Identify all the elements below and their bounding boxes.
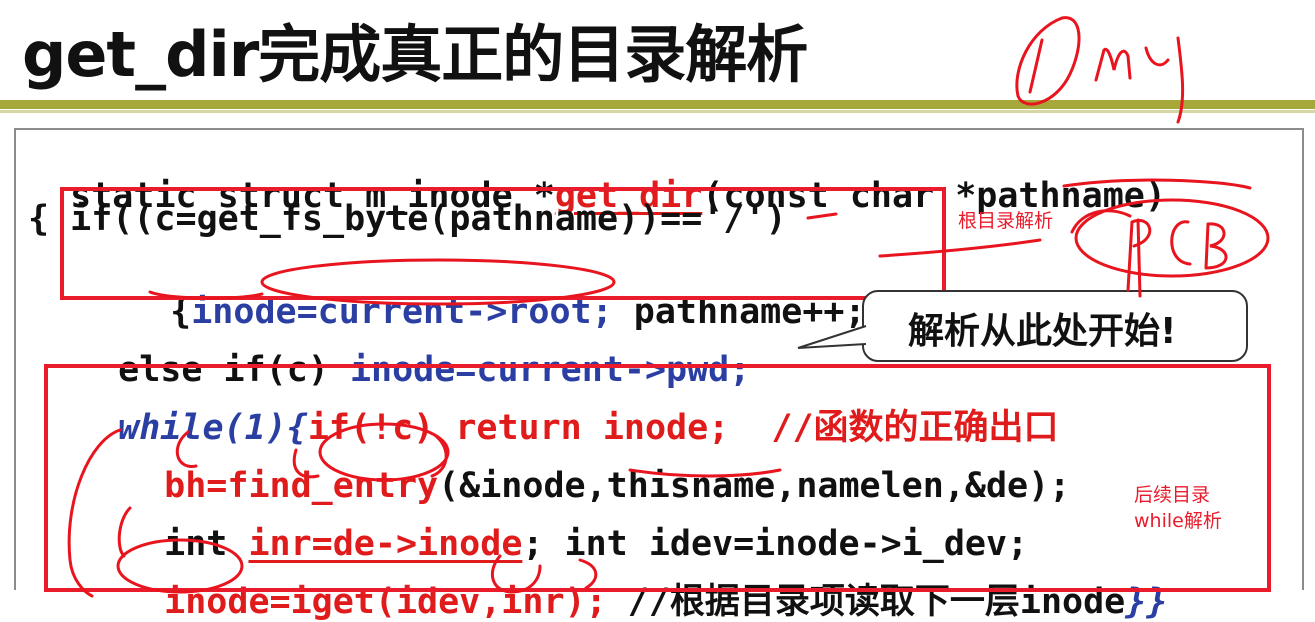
follow-parse-annotation-line2: while解析 [1134,510,1222,532]
slide-title: get_dir完成真正的目录解析 [22,18,808,91]
follow-parse-annotation-line1: 后续目录 [1134,484,1211,506]
title-divider-light [0,110,1315,113]
root-parse-highlight-box [60,187,946,300]
callout-text: 解析从此处开始! [908,311,1177,352]
root-parse-annotation: 根目录解析 [958,210,1054,232]
title-divider [0,100,1315,109]
while-parse-highlight-box [44,364,1271,592]
